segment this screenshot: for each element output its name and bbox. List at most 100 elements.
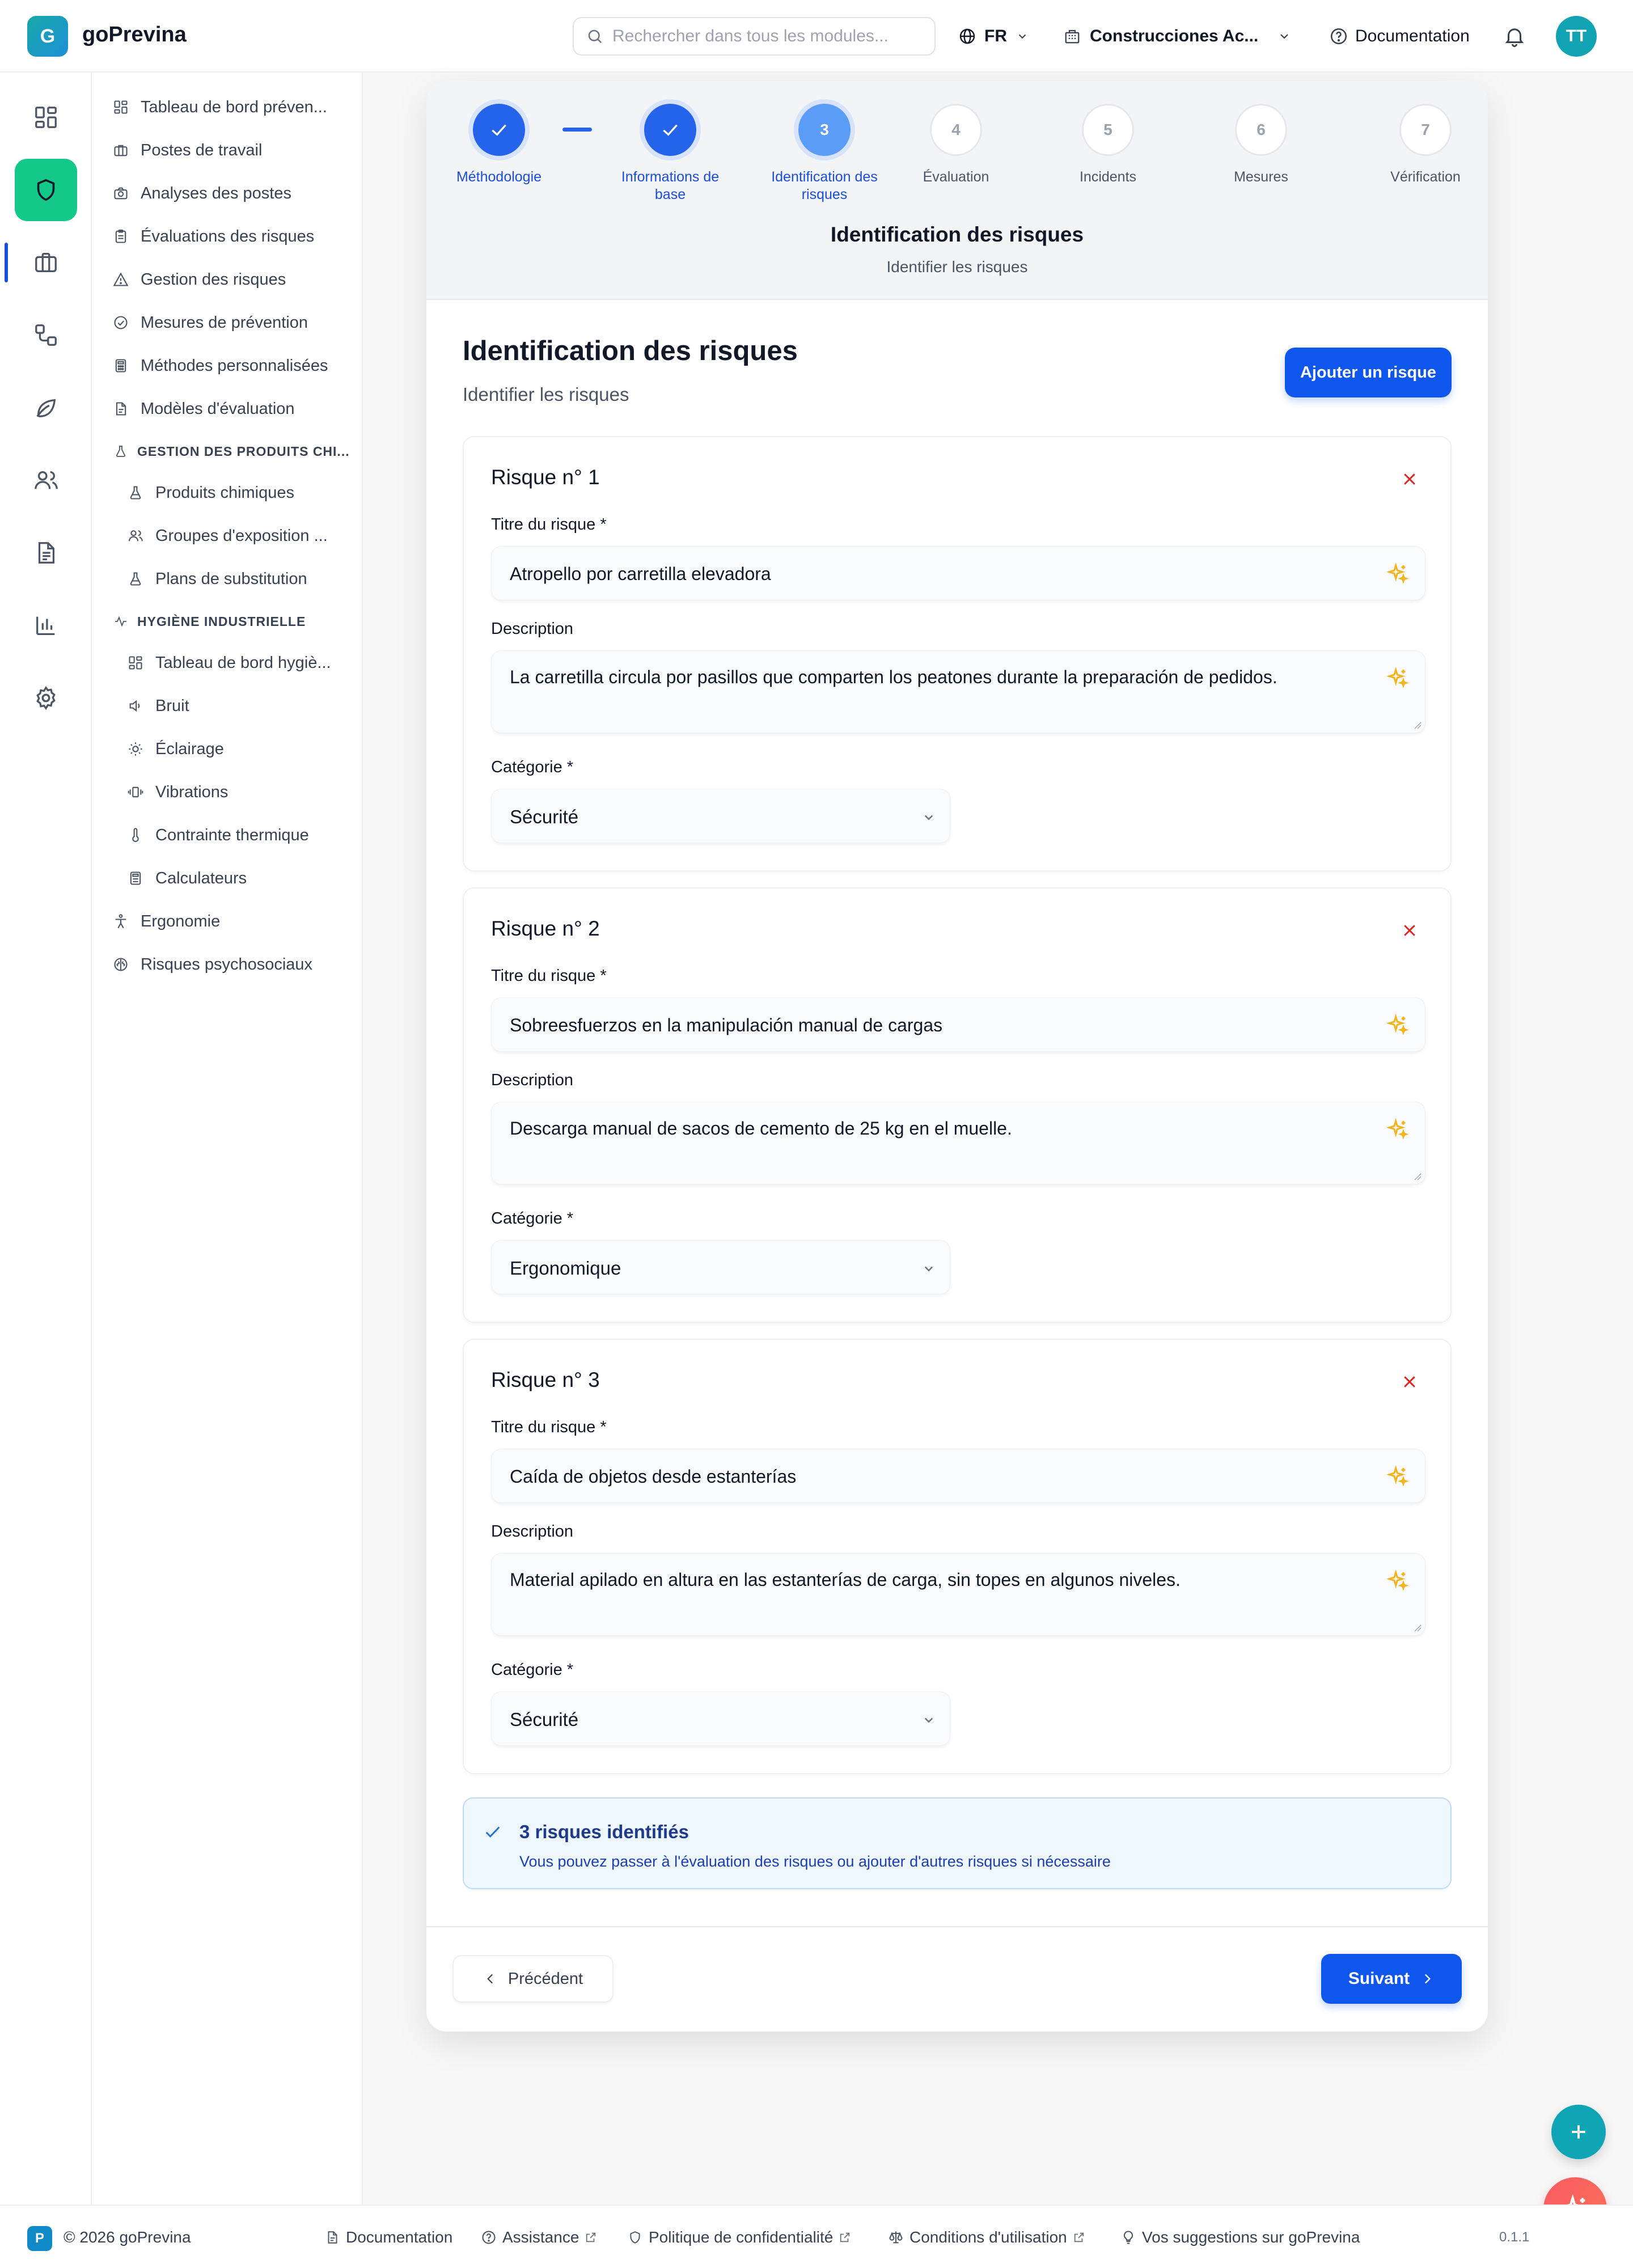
sidebar-item-noise[interactable]: Bruit <box>127 690 189 722</box>
rail-workflow[interactable] <box>15 304 77 366</box>
app-name: goPrevina <box>82 23 187 46</box>
rail-environment[interactable] <box>15 376 77 439</box>
lightbulb-icon <box>1120 2229 1136 2245</box>
risk-title-input[interactable]: Sobreesfuerzos en la manipulación manual… <box>491 997 1425 1052</box>
sidebar-item-workplaces[interactable]: Postes de travail <box>112 134 262 166</box>
ai-sparkle-icon[interactable] <box>1385 561 1410 586</box>
sidebar-item-ergonomics[interactable]: Ergonomie <box>112 905 220 937</box>
notifications-button[interactable] <box>1503 19 1526 53</box>
footer-assistance-link[interactable]: Assistance <box>481 2206 597 2268</box>
sidebar-item-thermal-stress[interactable]: Contrainte thermique <box>127 819 309 851</box>
category-select[interactable]: Sécurité <box>491 1691 950 1746</box>
risk-description-textarea[interactable]: La carretilla circula por pasillos que c… <box>491 650 1425 733</box>
risk-description-textarea[interactable]: Descarga manual de sacos de cemento de 2… <box>491 1102 1425 1184</box>
app-logo[interactable]: G <box>27 16 68 57</box>
rail-people[interactable] <box>15 449 77 511</box>
footer-terms-link[interactable]: Conditions d'utilisation <box>888 2206 1085 2268</box>
documentation-link[interactable]: Documentation <box>1329 19 1470 53</box>
remove-risk-button[interactable] <box>1397 918 1422 943</box>
step-1-label[interactable]: Méthodologie <box>437 168 561 186</box>
sidebar-item-psychosocial[interactable]: Risques psychosociaux <box>112 949 312 980</box>
ai-sparkle-icon[interactable] <box>1385 1013 1410 1038</box>
resize-handle[interactable] <box>1414 1624 1422 1632</box>
sidebar-item-hygiene-dashboard[interactable]: Tableau de bord hygiè... <box>127 647 331 679</box>
risk-title-input[interactable]: Caída de objetos desde estanterías <box>491 1449 1425 1503</box>
global-search[interactable] <box>573 17 936 56</box>
briefcase-icon <box>112 142 129 159</box>
sidebar-item-label: Gestion des risques <box>141 270 286 289</box>
category-select[interactable]: Ergonomique <box>491 1240 950 1294</box>
step-7-label[interactable]: Vérification <box>1363 168 1488 186</box>
section-industrial-hygiene[interactable]: HYGIÈNE INDUSTRIELLE <box>112 609 306 634</box>
step-4-label[interactable]: Évaluation <box>894 168 1018 186</box>
rail-settings[interactable] <box>15 667 77 729</box>
step-7-circle[interactable]: 7 <box>1399 104 1452 156</box>
rail-reports[interactable] <box>15 594 77 657</box>
sidebar-item-analyses[interactable]: Analyses des postes <box>112 177 291 209</box>
sidebar-item-prevention-measures[interactable]: Mesures de prévention <box>112 307 308 338</box>
sidebar: Tableau de bord préven... Postes de trav… <box>92 73 363 2204</box>
sidebar-item-label: Tableau de bord préven... <box>141 98 327 116</box>
risk-description-textarea[interactable]: Material apilado en altura en las estant… <box>491 1553 1425 1636</box>
ai-sparkle-icon[interactable] <box>1385 1117 1410 1142</box>
category-value: Ergonomique <box>510 1258 621 1279</box>
rail-documents[interactable] <box>15 522 77 584</box>
step-4-circle[interactable]: 4 <box>930 104 982 156</box>
risk-title-input[interactable]: Atropello por carretilla elevadora <box>491 546 1425 600</box>
sidebar-item-vibrations[interactable]: Vibrations <box>127 776 228 808</box>
copyright: © 2026 goPrevina <box>64 2228 191 2246</box>
step-2-circle[interactable] <box>644 104 696 156</box>
footer-documentation-link[interactable]: Documentation <box>324 2206 452 2268</box>
step-5-label[interactable]: Incidents <box>1046 168 1170 186</box>
thermometer-icon <box>127 827 144 844</box>
app-version: 0.1.1 <box>1499 2229 1530 2245</box>
category-value: Sécurité <box>510 1709 579 1730</box>
rail-workplaces[interactable] <box>15 231 77 294</box>
search-input[interactable] <box>612 27 907 46</box>
chevron-down-icon <box>920 1711 937 1728</box>
shield-icon <box>33 177 59 203</box>
ai-sparkle-icon[interactable] <box>1385 666 1410 691</box>
resize-handle[interactable] <box>1414 1173 1422 1180</box>
resize-handle[interactable] <box>1414 721 1422 729</box>
sidebar-item-evaluation-models[interactable]: Modèles d'évaluation <box>112 393 295 425</box>
user-avatar[interactable]: TT <box>1556 16 1597 57</box>
sidebar-item-lighting[interactable]: Éclairage <box>127 733 224 765</box>
company-selector[interactable]: Construcciones Ac... <box>1064 19 1291 53</box>
step-1-circle[interactable] <box>473 104 525 156</box>
sidebar-item-exposure-groups[interactable]: Groupes d'exposition ... <box>127 520 328 552</box>
add-risk-button[interactable]: Ajouter un risque <box>1285 348 1452 397</box>
step-2-label[interactable]: Informations de base <box>608 168 733 204</box>
quick-add-button[interactable] <box>1551 2105 1606 2159</box>
previous-button[interactable]: Précédent <box>452 1955 614 2003</box>
remove-risk-button[interactable] <box>1397 1369 1422 1394</box>
ai-sparkle-icon[interactable] <box>1385 1464 1410 1489</box>
step-5-circle[interactable]: 5 <box>1082 104 1134 156</box>
chevron-down-icon <box>920 1260 937 1277</box>
footer-privacy-link[interactable]: Politique de confidentialité <box>627 2206 851 2268</box>
category-select[interactable]: Sécurité <box>491 789 950 843</box>
sidebar-item-risk-management[interactable]: Gestion des risques <box>112 264 286 295</box>
next-button[interactable]: Suivant <box>1321 1954 1462 2004</box>
footer-link-label: Documentation <box>346 2228 453 2246</box>
section-chemicals[interactable]: GESTION DES PRODUITS CHI... <box>112 439 350 464</box>
rail-prevention[interactable] <box>15 159 77 221</box>
step-6-circle[interactable]: 6 <box>1235 104 1287 156</box>
language-selector[interactable]: FR <box>958 19 1029 53</box>
step-6-label[interactable]: Mesures <box>1199 168 1323 186</box>
sidebar-item-custom-methods[interactable]: Méthodes personnalisées <box>112 350 328 382</box>
step-3-circle[interactable]: 3 <box>798 104 851 156</box>
risk-title-value: Atropello por carretilla elevadora <box>510 564 771 584</box>
step-3-label[interactable]: Identification des risques <box>762 168 887 204</box>
rail-dashboard[interactable] <box>15 86 77 149</box>
sidebar-item-calculators[interactable]: Calculateurs <box>127 862 247 894</box>
sidebar-item-prevention-dashboard[interactable]: Tableau de bord préven... <box>112 91 327 123</box>
sidebar-item-evaluations[interactable]: Évaluations des risques <box>112 221 314 252</box>
ai-sparkle-icon[interactable] <box>1385 1568 1410 1593</box>
remove-risk-button[interactable] <box>1397 467 1422 492</box>
sidebar-item-chemicals[interactable]: Produits chimiques <box>127 477 294 509</box>
gear-icon <box>33 685 59 711</box>
risk-title-label: Titre du risque * <box>491 515 607 534</box>
sidebar-item-substitution-plans[interactable]: Plans de substitution <box>127 563 307 595</box>
footer-suggestions-link[interactable]: Vos suggestions sur goPrevina <box>1120 2206 1360 2268</box>
